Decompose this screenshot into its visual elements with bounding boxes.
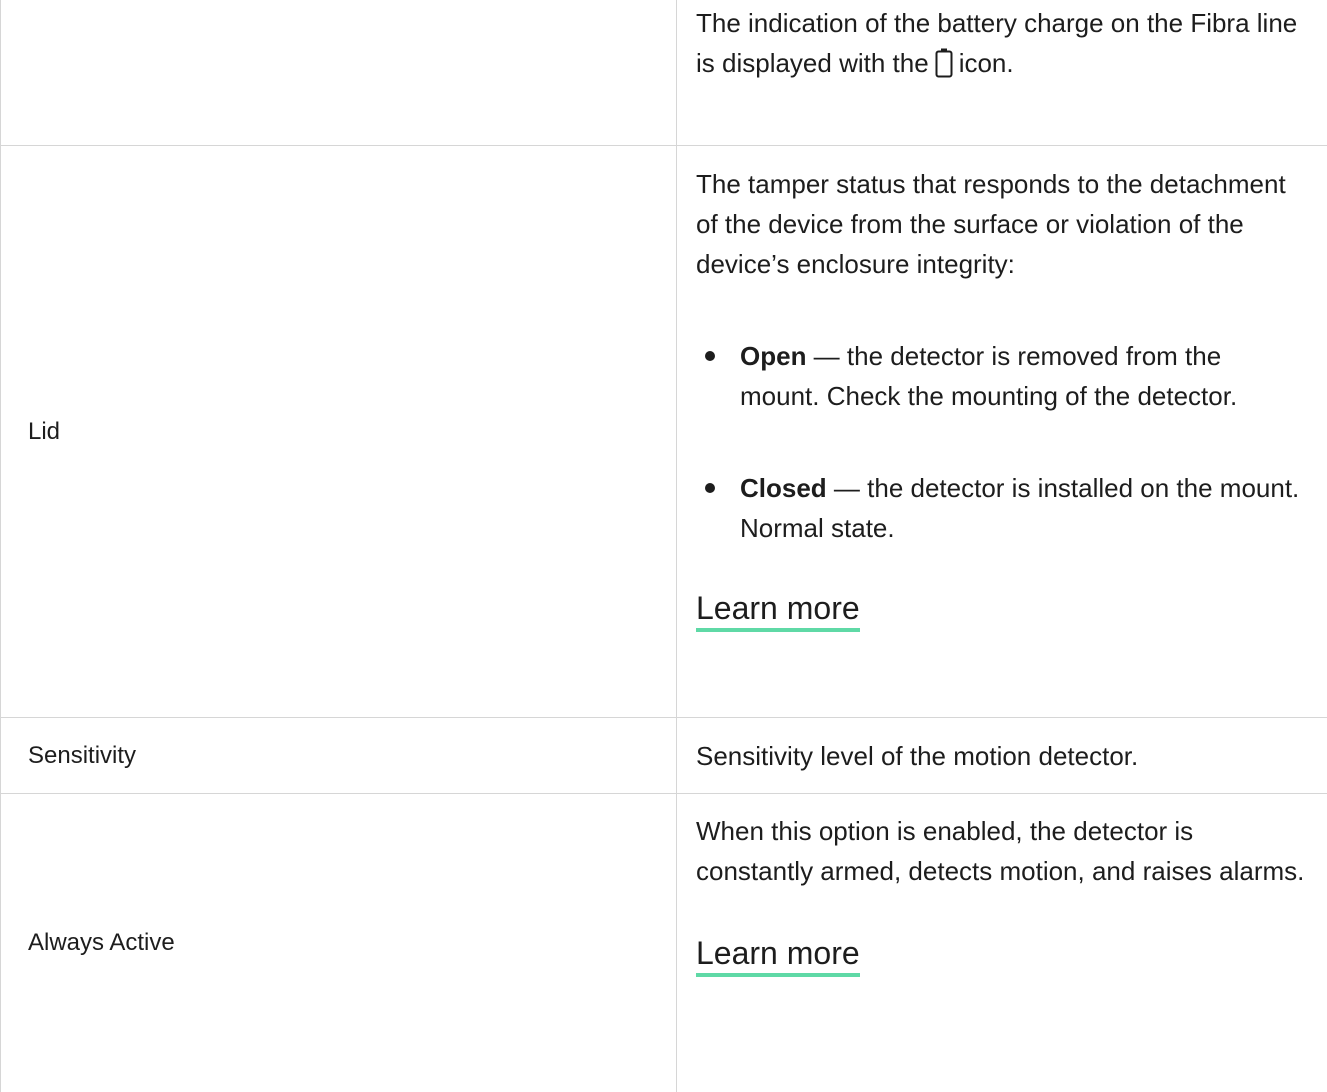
- table-row-lid: Lid The tamper status that responds to t…: [0, 146, 1327, 718]
- always-active-description: When this option is enabled, the detecto…: [696, 816, 1305, 886]
- battery-description: The indication of the battery charge on …: [696, 3, 1307, 89]
- bullet-icon: [705, 483, 715, 493]
- row-description-cell: The tamper status that responds to the d…: [677, 146, 1327, 717]
- battery-icon: [935, 48, 953, 89]
- row-description-cell: Sensitivity level of the motion detector…: [677, 718, 1327, 793]
- table-row-battery: The indication of the battery charge on …: [0, 0, 1327, 146]
- row-label-cell: Lid: [0, 146, 677, 717]
- row-label-cell: Always Active: [0, 794, 677, 1092]
- row-label-cell: Sensitivity: [0, 718, 677, 793]
- list-item-closed: Closed — the detector is installed on th…: [696, 468, 1307, 548]
- list-item-open: Open — the detector is removed from the …: [696, 336, 1307, 416]
- row-label-cell: [0, 0, 677, 145]
- row-label-always-active: Always Active: [28, 929, 175, 956]
- sensitivity-description: Sensitivity level of the motion detector…: [696, 740, 1139, 771]
- row-label-lid: Lid: [28, 417, 61, 445]
- lid-status-list: Open — the detector is removed from the …: [696, 336, 1307, 548]
- table-row-sensitivity: Sensitivity Sensitivity level of the mot…: [0, 718, 1327, 794]
- row-label-sensitivity: Sensitivity: [28, 741, 137, 769]
- learn-more-link[interactable]: Learn more: [696, 588, 860, 632]
- row-description-cell: When this option is enabled, the detecto…: [677, 794, 1327, 1092]
- row-description-cell: The indication of the battery charge on …: [677, 0, 1327, 145]
- lid-intro-text: The tamper status that responds to the d…: [696, 169, 1286, 279]
- table-row-always-active: Always Active When this option is enable…: [0, 794, 1327, 1092]
- bullet-icon: [705, 351, 715, 361]
- learn-more-link[interactable]: Learn more: [696, 933, 860, 977]
